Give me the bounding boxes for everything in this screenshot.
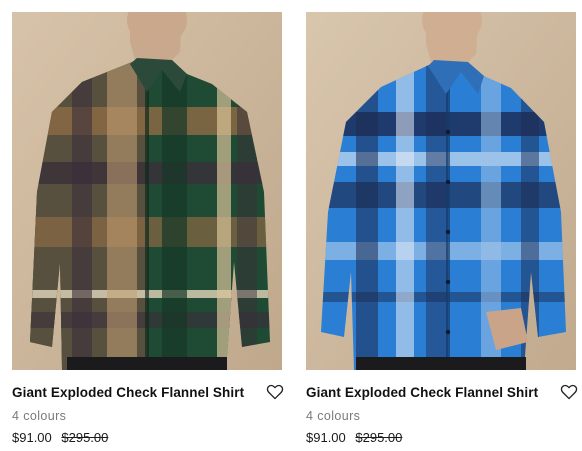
- price-row: $91.00 $295.00: [306, 430, 576, 446]
- sale-price: $91.00: [12, 430, 52, 445]
- price-row: $91.00 $295.00: [12, 430, 282, 446]
- sale-price: $91.00: [306, 430, 346, 445]
- product-image[interactable]: [306, 12, 576, 370]
- original-price: $295.00: [61, 430, 109, 445]
- product-card[interactable]: Giant Exploded Check Flannel Shirt 4 col…: [12, 12, 284, 451]
- plaid-shirt-blue-image: [306, 12, 576, 370]
- product-info: Giant Exploded Check Flannel Shirt 4 col…: [306, 384, 578, 451]
- original-price: $295.00: [355, 430, 403, 445]
- plaid-shirt-green-image: [12, 12, 282, 370]
- product-info: Giant Exploded Check Flannel Shirt 4 col…: [12, 384, 284, 451]
- colour-count: 4 colours: [306, 409, 361, 423]
- product-image[interactable]: [12, 12, 282, 370]
- heart-outline-icon[interactable]: [266, 384, 286, 402]
- product-grid: Giant Exploded Check Flannel Shirt 4 col…: [0, 0, 582, 451]
- colour-count: 4 colours: [12, 409, 67, 423]
- product-name[interactable]: Giant Exploded Check Flannel Shirt: [306, 384, 576, 402]
- product-card[interactable]: Giant Exploded Check Flannel Shirt 4 col…: [306, 12, 578, 451]
- heart-outline-icon[interactable]: [560, 384, 580, 402]
- product-name[interactable]: Giant Exploded Check Flannel Shirt: [12, 384, 282, 402]
